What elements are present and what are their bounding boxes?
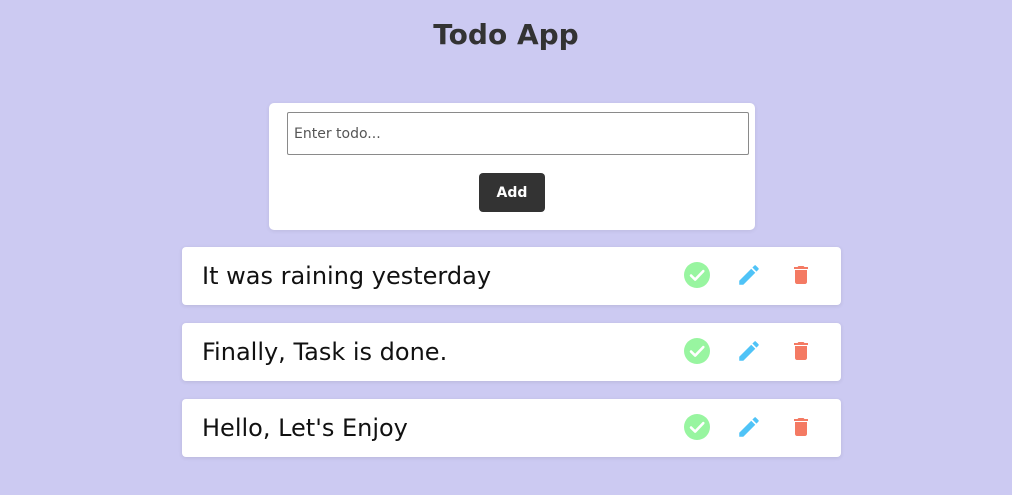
todo-list: It was raining yesterday Finally, Task i… — [182, 247, 841, 475]
todo-actions — [683, 260, 815, 290]
todo-text: Finally, Task is done. — [202, 338, 448, 366]
delete-button[interactable] — [787, 260, 815, 290]
edit-button[interactable] — [735, 260, 763, 290]
complete-button[interactable] — [683, 260, 711, 290]
trash-icon — [794, 266, 808, 284]
edit-button[interactable] — [735, 336, 763, 366]
todo-item: It was raining yesterday — [182, 247, 841, 305]
todo-item: Finally, Task is done. — [182, 323, 841, 381]
check-circle-icon — [684, 338, 710, 364]
trash-icon — [794, 418, 808, 436]
trash-icon — [794, 342, 808, 360]
todo-actions — [683, 412, 815, 442]
delete-button[interactable] — [787, 412, 815, 442]
pencil-icon — [739, 417, 759, 437]
complete-button[interactable] — [683, 412, 711, 442]
todo-actions — [683, 336, 815, 366]
delete-button[interactable] — [787, 336, 815, 366]
complete-button[interactable] — [683, 336, 711, 366]
add-button[interactable]: Add — [479, 173, 545, 212]
page-title: Todo App — [433, 18, 579, 51]
edit-button[interactable] — [735, 412, 763, 442]
todo-text: Hello, Let's Enjoy — [202, 414, 408, 442]
todo-text: It was raining yesterday — [202, 262, 492, 290]
add-todo-form: Add — [269, 103, 755, 230]
todo-item: Hello, Let's Enjoy — [182, 399, 841, 457]
pencil-icon — [739, 341, 759, 361]
check-circle-icon — [684, 414, 710, 440]
pencil-icon — [739, 265, 759, 285]
todo-input[interactable] — [287, 112, 749, 155]
check-circle-icon — [684, 262, 710, 288]
